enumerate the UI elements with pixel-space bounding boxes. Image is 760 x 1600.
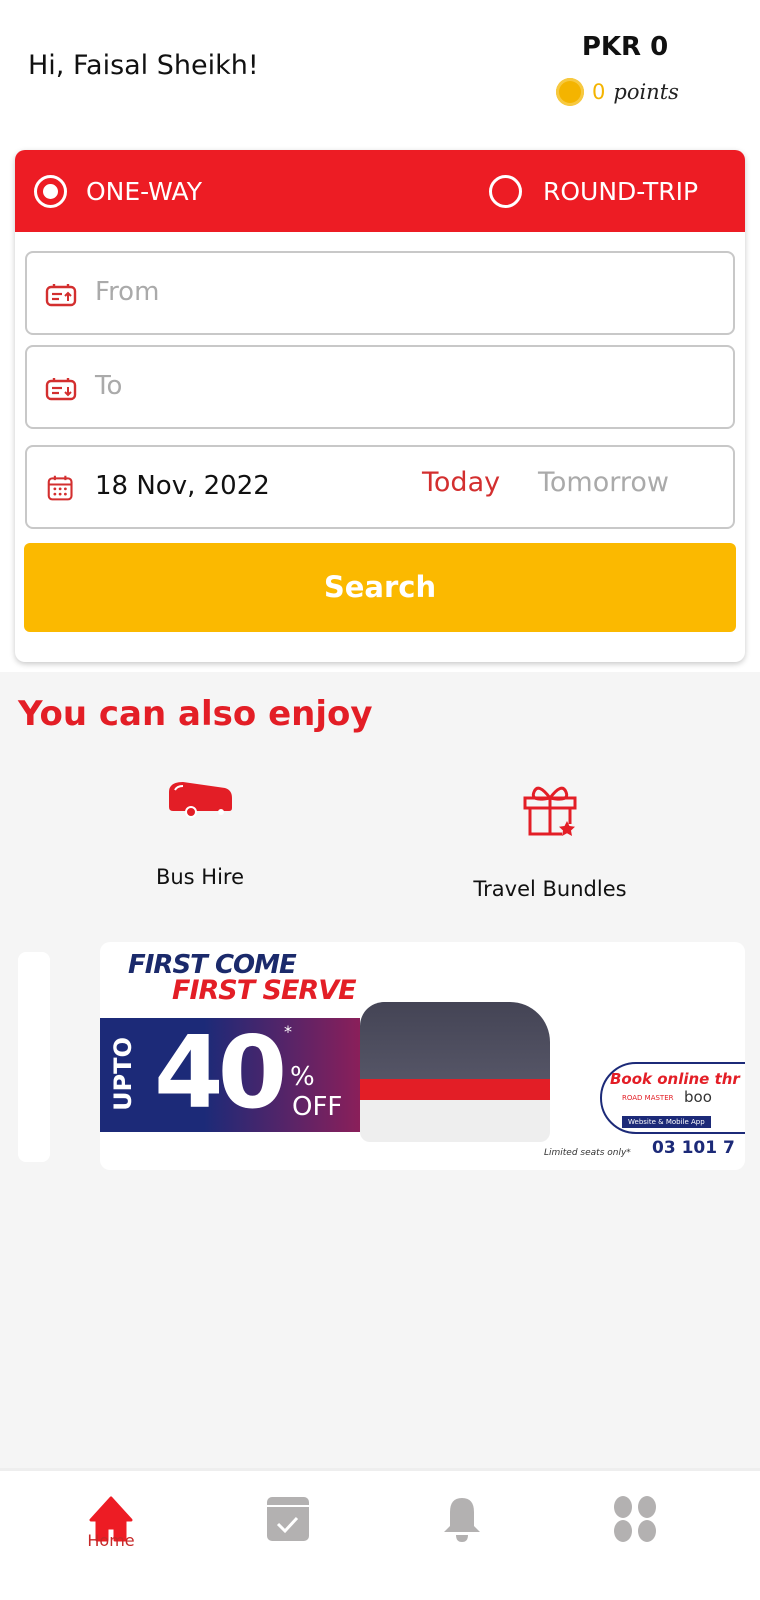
limited-seats-text: Limited seats only* xyxy=(544,1148,631,1158)
date-value: 18 Nov, 2022 xyxy=(95,471,270,501)
bus-icon xyxy=(169,782,232,818)
bus-hire-item[interactable]: Bus Hire xyxy=(120,780,280,889)
upto-text: UPTO xyxy=(108,1037,137,1111)
bus-hire-label: Bus Hire xyxy=(155,865,245,889)
section-title: You can also enjoy xyxy=(18,694,373,734)
percent-sign: % xyxy=(290,1062,315,1092)
off-text: OFF xyxy=(292,1092,343,1122)
nav-bookings[interactable] xyxy=(266,1496,316,1546)
asterisk: * xyxy=(284,1022,292,1041)
discount-band: UPTO 40 * % OFF xyxy=(100,1014,360,1132)
nav-notifications[interactable] xyxy=(440,1496,490,1546)
bell-icon xyxy=(444,1498,480,1542)
calendar-icon xyxy=(47,475,73,501)
book-online-text: Book online thr xyxy=(610,1070,740,1088)
brand-text: ROAD MASTER xyxy=(622,1094,674,1102)
points-display[interactable]: 0 points xyxy=(556,78,679,106)
search-card: ONE-WAY ROUND-TRIP From To 18 Nov, 2022 … xyxy=(15,150,745,662)
menu-grid-icon xyxy=(614,1496,656,1542)
nav-home-label: Home xyxy=(87,1531,135,1550)
bus-image xyxy=(360,1002,550,1142)
banner-line2: FIRST SERVE xyxy=(172,975,357,1006)
to-field[interactable]: To xyxy=(25,345,735,429)
to-placeholder: To xyxy=(95,371,123,401)
travel-bundles-item[interactable]: Travel Bundles xyxy=(450,782,650,901)
arrival-icon xyxy=(45,378,77,401)
bookings-icon xyxy=(267,1497,309,1541)
booking-badge: Book online thr ROAD MASTER boo Website … xyxy=(600,1062,745,1134)
search-button[interactable]: Search xyxy=(24,543,736,632)
tomorrow-option[interactable]: Tomorrow xyxy=(538,467,669,498)
travel-bundles-label: Travel Bundles xyxy=(473,877,627,901)
from-placeholder: From xyxy=(95,277,160,307)
date-field[interactable]: 18 Nov, 2022 Today Tomorrow xyxy=(25,445,735,529)
wallet-balance[interactable]: PKR 0 xyxy=(560,32,690,62)
from-field[interactable]: From xyxy=(25,251,735,335)
partner-text: boo xyxy=(684,1088,712,1106)
promo-banner[interactable]: FIRST COME FIRST SERVE UPTO 40 * % OFF B… xyxy=(100,942,745,1170)
points-value: 0 xyxy=(592,80,606,104)
departure-icon xyxy=(45,284,77,307)
today-option[interactable]: Today xyxy=(422,467,500,498)
phone-text: 03 101 7 xyxy=(652,1138,735,1158)
radio-unselected-icon[interactable] xyxy=(489,175,522,208)
round-trip-label: ROUND-TRIP xyxy=(543,177,699,206)
one-way-label: ONE-WAY xyxy=(86,177,202,206)
trip-type-bar: ONE-WAY ROUND-TRIP xyxy=(15,150,745,232)
points-label: points xyxy=(613,80,679,104)
bottom-nav: Home xyxy=(0,1468,760,1600)
previous-banner-peek[interactable] xyxy=(18,952,50,1162)
discount-percent: 40 xyxy=(154,1014,287,1131)
web-app-text: Website & Mobile App xyxy=(622,1116,711,1128)
coin-icon xyxy=(556,78,584,106)
greeting: Hi, Faisal Sheikh! xyxy=(28,50,259,81)
radio-selected-icon[interactable] xyxy=(34,175,67,208)
nav-more[interactable] xyxy=(612,1496,662,1546)
gift-icon xyxy=(523,786,577,836)
